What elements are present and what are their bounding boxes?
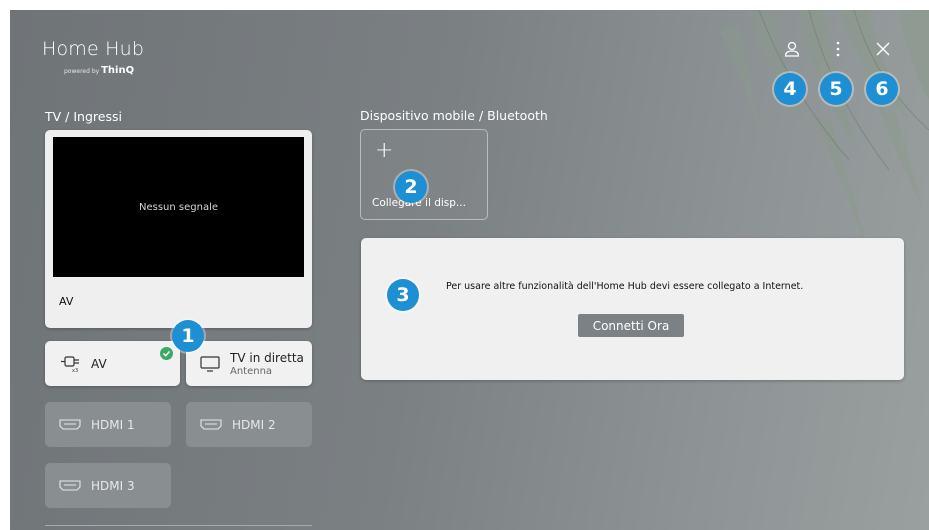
user-icon[interactable] xyxy=(783,40,801,58)
tv-preview-label: AV xyxy=(59,295,74,308)
input-tile-hdmi-3[interactable]: HDMI 3 xyxy=(45,463,171,508)
tv-monitor-icon xyxy=(200,355,220,372)
close-icon[interactable] xyxy=(875,40,891,58)
svg-text:x3: x3 xyxy=(72,368,78,373)
home-hub-screen: Home Hub powered by ThinQ TV / Ingressi … xyxy=(10,10,929,530)
callout-marker-2: 2 xyxy=(395,171,427,203)
input-tile-hdmi-2[interactable]: HDMI 2 xyxy=(186,402,312,447)
home-hub-logo: Home Hub powered by ThinQ xyxy=(42,38,145,76)
section-divider xyxy=(45,525,312,526)
brand-powered-by: powered by ThinQ xyxy=(64,65,135,76)
callout-marker-5: 5 xyxy=(820,73,852,105)
callout-marker-3: 3 xyxy=(387,279,419,311)
selected-check-icon xyxy=(160,347,173,360)
brand-title: Home Hub xyxy=(42,38,145,60)
input-name: AV xyxy=(91,356,107,371)
mobile-section-title: Dispositivo mobile / Bluetooth xyxy=(360,108,548,123)
callout-marker-6: 6 xyxy=(866,73,898,105)
input-name: TV in diretta xyxy=(230,350,304,365)
tv-preview-screen: Nessun segnale xyxy=(53,137,304,277)
input-tile-live-tv[interactable]: TV in diretta Antenna xyxy=(186,341,312,386)
tv-inputs-section-title: TV / Ingressi xyxy=(45,109,122,124)
hdmi-icon xyxy=(59,479,81,491)
no-signal-text: Nessun segnale xyxy=(138,201,218,213)
callout-marker-4: 4 xyxy=(774,73,806,105)
tv-preview-card[interactable]: Nessun segnale AV xyxy=(45,130,312,328)
input-tile-av[interactable]: x3 AV xyxy=(45,341,180,386)
network-message: Per usare altre funzionalità dell'Home H… xyxy=(446,281,804,292)
input-name: HDMI 2 xyxy=(232,417,276,432)
more-icon[interactable] xyxy=(834,40,842,58)
add-mobile-device-button[interactable]: + Collegare il disp... xyxy=(360,129,488,220)
input-name: HDMI 3 xyxy=(91,478,135,493)
callout-marker-1: 1 xyxy=(172,320,204,352)
input-subtitle: Antenna xyxy=(230,365,273,377)
input-name: HDMI 1 xyxy=(91,417,135,432)
hdmi-icon xyxy=(59,418,81,430)
hdmi-icon xyxy=(200,418,222,430)
connect-now-button[interactable]: Connetti Ora xyxy=(578,314,684,337)
plus-icon: + xyxy=(375,138,394,163)
av-input-icon: x3 xyxy=(61,355,79,373)
input-tile-hdmi-1[interactable]: HDMI 1 xyxy=(45,402,171,447)
network-notice-card: Per usare altre funzionalità dell'Home H… xyxy=(361,238,904,380)
